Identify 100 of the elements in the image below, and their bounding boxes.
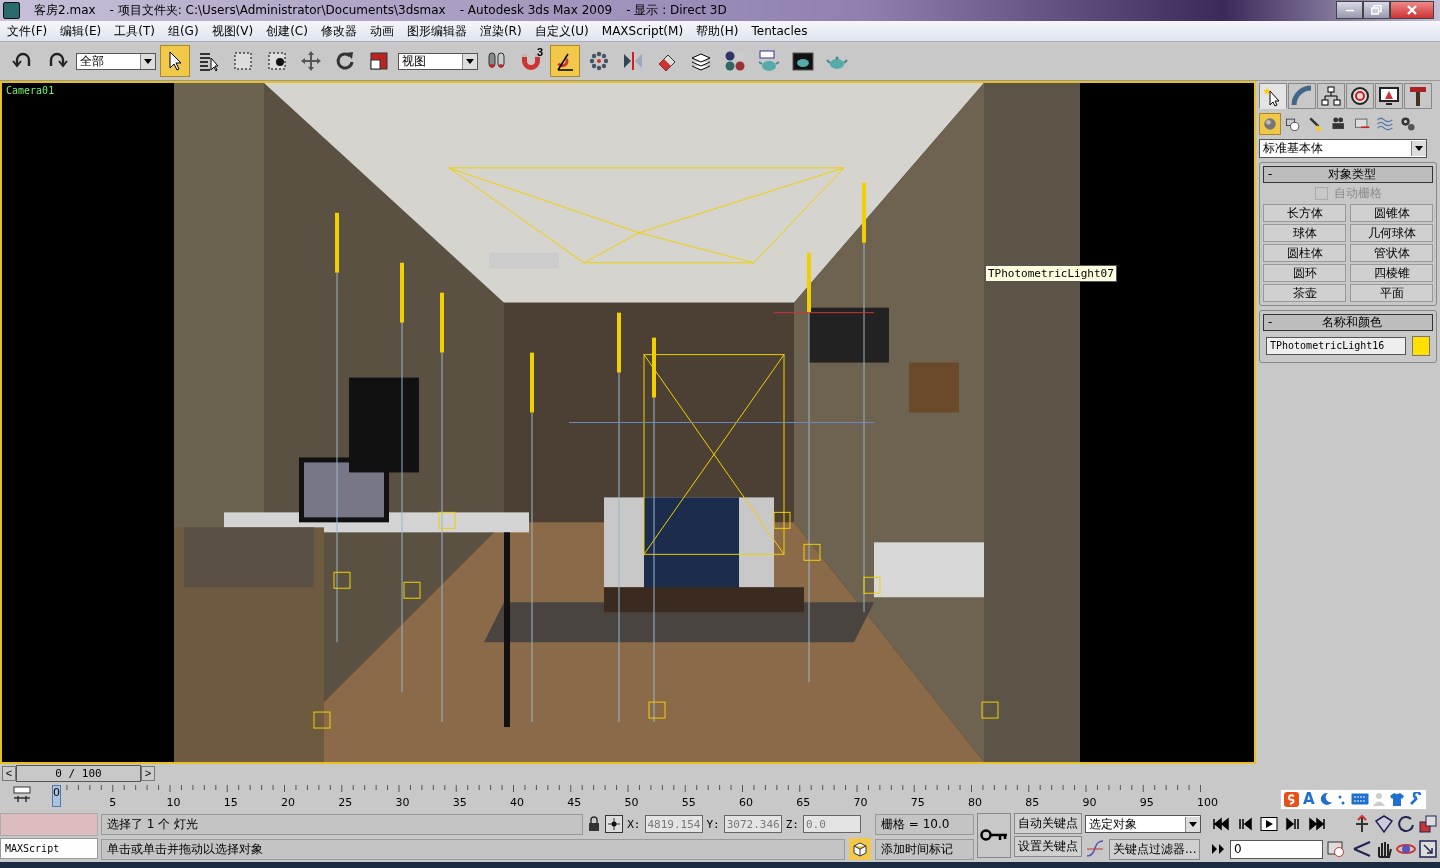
rollout-header[interactable]: - 对象类型 — [1263, 166, 1433, 183]
previous-frame-button[interactable]: < — [2, 765, 16, 781]
time-slider-thumb[interactable]: 0 / 100 — [16, 764, 141, 782]
viewport[interactable]: Camera01 TPhotometricLight07 — [0, 81, 1256, 764]
frame-label: 0 — [52, 784, 61, 807]
frame-label: 80 — [968, 795, 982, 809]
wrench-icon[interactable] — [1408, 792, 1423, 807]
menu-item[interactable]: Tentacles — [746, 24, 816, 39]
mirror-icon — [622, 50, 644, 73]
close-button[interactable] — [1390, 1, 1434, 20]
menu-item[interactable]: 文件(F) — [2, 22, 56, 40]
menu-item[interactable]: 渲染(R) — [474, 22, 530, 40]
menu-item[interactable]: 工具(T) — [109, 22, 163, 40]
primitive-button[interactable]: 茶壶 — [1263, 284, 1346, 302]
maximize-viewport-icon[interactable] — [1418, 839, 1438, 860]
name-field[interactable]: TPhotometricLight16 — [1266, 337, 1406, 355]
coordinate-field[interactable]: 3072.346 — [723, 815, 782, 834]
menu-item[interactable]: 自定义(U) — [529, 22, 597, 40]
shirt-icon[interactable] — [1388, 792, 1405, 807]
orbit-icon[interactable] — [1396, 814, 1416, 835]
input-mode[interactable]: A — [1303, 790, 1315, 809]
menu-item[interactable]: 修改器 — [315, 22, 365, 40]
restore-button[interactable] — [1363, 1, 1390, 20]
panel-tab[interactable] — [1346, 83, 1374, 109]
current-frame-field[interactable]: 0 — [1230, 839, 1323, 859]
lock-icon[interactable] — [587, 816, 602, 833]
menu-item[interactable]: 编辑(E) — [55, 22, 110, 40]
toolbar-button[interactable]: 3 — [516, 45, 546, 78]
project-folder: - 项目文件夹: C:\Users\Administrator\Documents\3dsmax — [109, 1, 446, 19]
primitive-button[interactable]: 圆环 — [1263, 264, 1346, 282]
coordinate-field[interactable]: 0.0 — [803, 815, 861, 834]
menu-item[interactable]: 动画 — [364, 22, 402, 40]
keyboard-icon[interactable] — [1350, 793, 1369, 806]
key-set-dropdown[interactable]: 选定对象 — [1085, 815, 1201, 834]
shapes-icon — [1284, 115, 1302, 133]
frame-label: 20 — [281, 795, 295, 809]
frame-label: 85 — [1025, 795, 1040, 809]
app-name: - Autodesk 3ds Max 2009 — [459, 3, 613, 18]
key-mode-icon[interactable] — [1210, 843, 1226, 856]
primitive-button[interactable]: 几何球体 — [1350, 224, 1433, 242]
primitive-button[interactable]: 四棱锥 — [1350, 264, 1433, 282]
primitive-button[interactable]: 圆锥体 — [1350, 204, 1433, 222]
auto-key-button[interactable]: 自动关键点 — [1014, 812, 1082, 834]
frame-label: 55 — [681, 795, 696, 809]
play-icon — [1260, 817, 1278, 832]
menu-item[interactable]: 创建(C) — [261, 22, 316, 40]
minimize-button[interactable] — [1336, 1, 1363, 20]
color-swatch[interactable] — [1412, 336, 1430, 356]
add-time-tag[interactable]: 添加时间标记 — [875, 838, 974, 860]
menu-item[interactable]: 图形编辑器 — [401, 22, 475, 40]
primitive-button[interactable]: 管状体 — [1350, 244, 1433, 262]
primitive-button[interactable]: 平面 — [1350, 284, 1433, 302]
viewport-label[interactable]: Camera01 — [6, 85, 55, 96]
snap-dimension-label: 3 — [536, 46, 543, 59]
gears-icon — [1399, 115, 1417, 133]
toolbar-dropdown[interactable]: 视图 — [398, 52, 478, 70]
set-key-button[interactable] — [977, 812, 1011, 858]
panel-tab[interactable] — [1375, 83, 1403, 109]
zoom-all-icon[interactable] — [1374, 814, 1394, 835]
cube-icon[interactable] — [849, 838, 871, 861]
menu-item[interactable]: 视图(V) — [206, 22, 262, 40]
teapot-window-icon — [758, 50, 780, 73]
menu-item[interactable]: 组(G) — [162, 22, 207, 40]
frame-label: 75 — [910, 795, 925, 809]
panel-tab[interactable] — [1317, 83, 1345, 109]
list-cursor-icon — [198, 50, 220, 73]
grid-size: 栅格 = 10.0 — [875, 813, 974, 835]
set-key-mode-button[interactable]: 设置关键点 — [1014, 835, 1082, 857]
curve-editor-icon[interactable] — [1085, 839, 1105, 860]
frame-label: 5 — [109, 795, 117, 809]
track-bar-toggle-icon[interactable] — [12, 785, 32, 804]
frame-label: 60 — [739, 795, 753, 809]
panel-tab[interactable] — [1259, 83, 1287, 109]
toolbar-button[interactable] — [160, 45, 190, 78]
menu-item[interactable]: MAXScript(M) — [596, 24, 692, 39]
moon-icon[interactable] — [1318, 792, 1333, 807]
zoom-extents-icon[interactable] — [1418, 814, 1438, 835]
toolbar-dropdown[interactable]: 全部 — [76, 52, 156, 70]
toolbar-button[interactable] — [550, 45, 580, 78]
curve-icon — [1291, 85, 1313, 107]
maxscript-listener-field[interactable]: MAXScript — [0, 837, 98, 859]
logo-icon — [1284, 791, 1299, 807]
time-config-icon[interactable] — [1327, 840, 1345, 859]
menu-item[interactable]: 帮助(H) — [691, 22, 747, 40]
next-key-icon — [1284, 817, 1302, 832]
primitive-button[interactable]: 圆柱体 — [1263, 244, 1346, 262]
next-frame-button[interactable]: > — [141, 765, 155, 781]
frame-label: 65 — [796, 795, 811, 809]
primitive-button[interactable]: 长方体 — [1263, 204, 1346, 222]
frame-label: 70 — [853, 795, 868, 809]
absolute-mode-icon[interactable] — [605, 815, 624, 834]
category-dropdown[interactable]: 标准基本体 — [1259, 139, 1427, 158]
minimize-icon — [1344, 8, 1355, 12]
previous-key-icon — [1236, 817, 1254, 832]
caret-icon — [144, 58, 152, 64]
coordinate-field[interactable]: 4819.154 — [644, 815, 703, 834]
primitive-button[interactable]: 球体 — [1263, 224, 1346, 242]
panel-tab[interactable] — [1404, 83, 1432, 109]
rollout-header[interactable]: - 名称和颜色 — [1263, 314, 1433, 331]
key-filters-button[interactable]: 关键点过滤器... — [1109, 838, 1201, 860]
